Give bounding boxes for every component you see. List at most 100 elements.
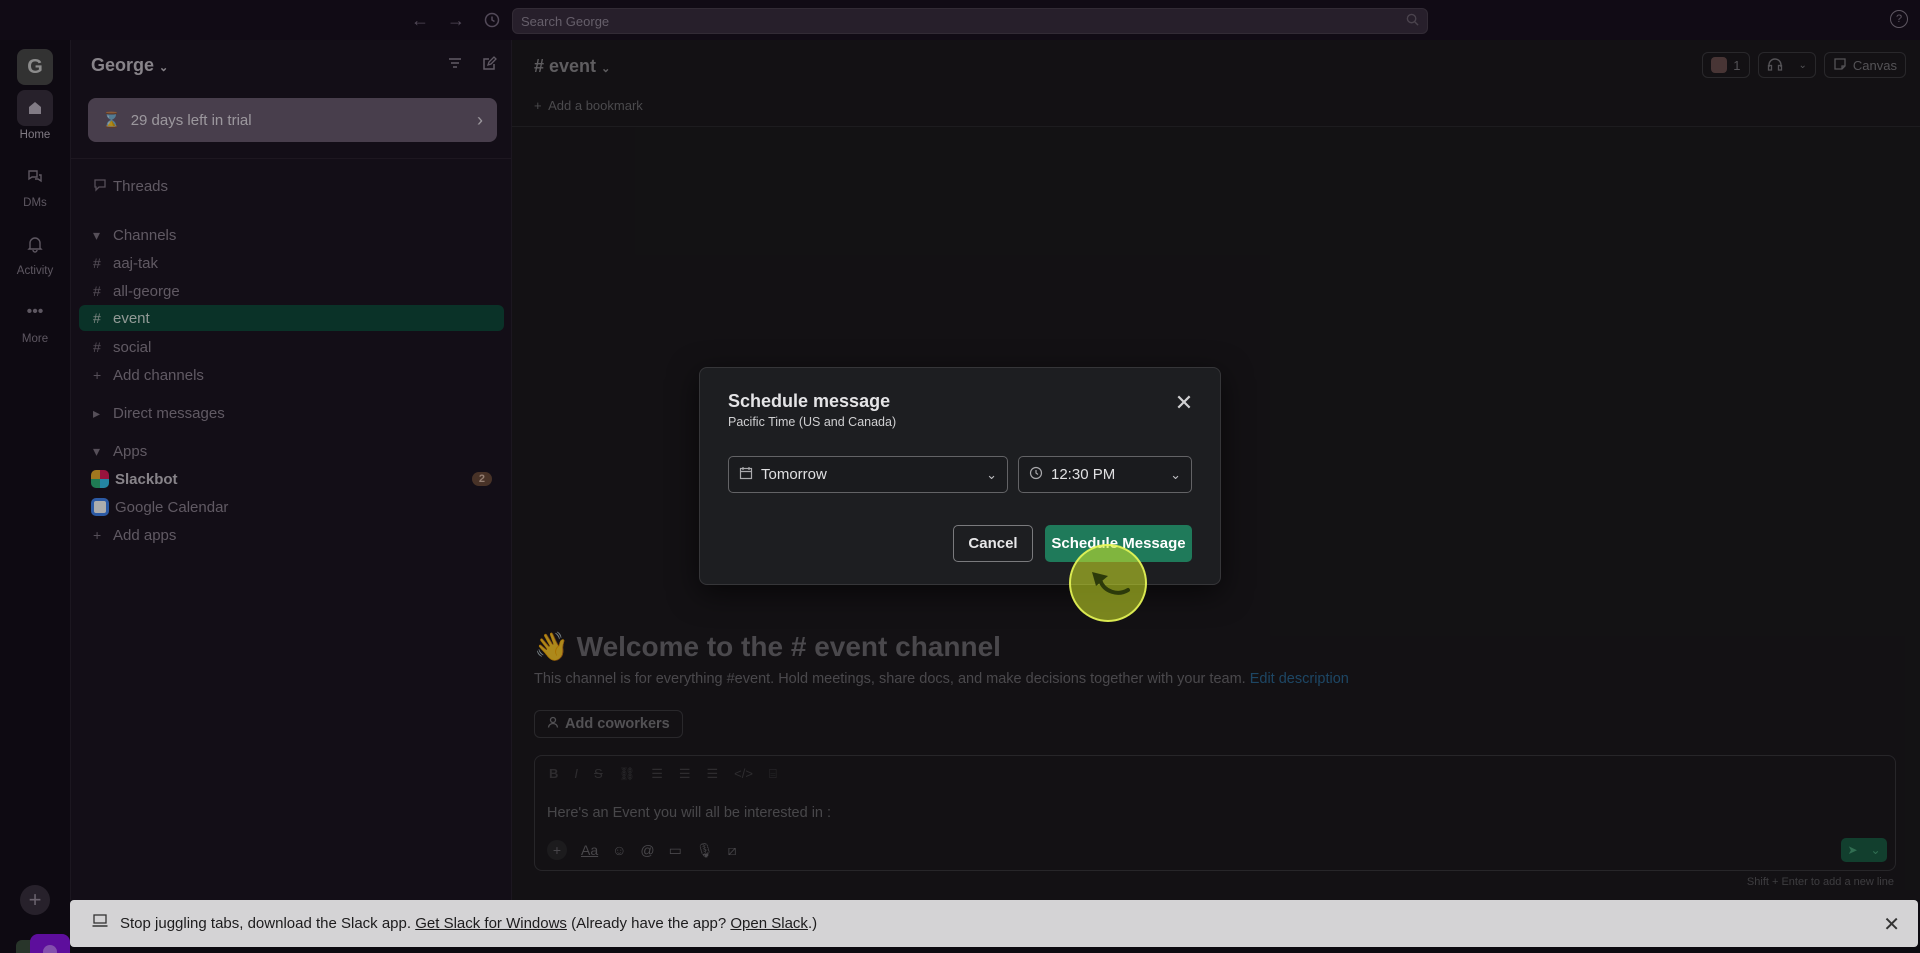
date-select[interactable]: Tomorrow ⌄ — [728, 456, 1008, 493]
blockquote-icon[interactable]: ☰ — [707, 766, 719, 782]
channel-name: event — [113, 309, 150, 327]
add-apps-button[interactable]: + Add apps — [79, 522, 504, 548]
slash-commands-icon[interactable]: ⧄ — [728, 842, 737, 859]
direct-messages-header: Direct messages — [113, 404, 225, 422]
status-dot-icon — [30, 934, 70, 953]
back-arrow-icon[interactable]: ← — [408, 8, 432, 32]
rail-activity-label: Activity — [16, 265, 54, 277]
direct-messages-section-header[interactable]: ▸ Direct messages — [79, 400, 504, 426]
sidebar-app-slackbot[interactable]: Slackbot 2 — [79, 466, 504, 492]
emoji-icon[interactable]: ☺ — [612, 842, 626, 858]
banner-mid-text: (Already have the app? — [571, 915, 727, 932]
download-app-banner: Stop juggling tabs, download the Slack a… — [70, 900, 1918, 947]
curved-arrow-icon — [1092, 572, 1130, 595]
close-icon[interactable]: ✕ — [1883, 912, 1900, 937]
workspace-avatar[interactable]: G — [17, 49, 53, 85]
threads-label: Threads — [113, 177, 169, 195]
close-icon[interactable]: ✕ — [1174, 390, 1194, 415]
rail-more-label: More — [21, 333, 49, 345]
slackbot-icon — [91, 470, 109, 488]
open-slack-link[interactable]: Open Slack — [730, 915, 808, 932]
video-icon[interactable]: ▭ — [669, 842, 682, 859]
rail-item-home[interactable]: Home — [0, 90, 70, 141]
schedule-message-dialog: Schedule message Pacific Time (US and Ca… — [699, 367, 1221, 585]
sidebar-app-google-calendar[interactable]: Google Calendar — [79, 494, 504, 520]
plus-attach-icon[interactable]: + — [547, 840, 567, 860]
composer-input[interactable]: Here's an Event you will all be interest… — [547, 805, 831, 821]
send-options-chevron-icon[interactable]: ⌄ — [1864, 838, 1887, 862]
search-placeholder: Search George — [521, 13, 610, 29]
trial-banner[interactable]: ⌛ 29 days left in trial › — [88, 98, 497, 142]
ordered-list-icon[interactable]: ☰ — [651, 766, 663, 782]
description-text: This channel is for everything #event. H… — [534, 671, 1246, 687]
computer-icon — [92, 914, 108, 933]
caret-right-icon: ▸ — [93, 404, 101, 421]
send-button-group: ➤ ⌄ — [1841, 838, 1887, 862]
hash-icon: # — [93, 310, 101, 326]
time-value: 12:30 PM — [1051, 466, 1116, 483]
history-clock-icon[interactable] — [480, 8, 504, 32]
apps-section-header[interactable]: ▾ Apps — [79, 438, 504, 464]
channel-header-actions: 1 ⌄ Canvas — [1702, 52, 1906, 78]
channels-section-header[interactable]: ▾ Channels — [79, 222, 504, 248]
channel-name: social — [113, 338, 152, 356]
workspace-rail: G Home DMs Activity ••• More + — [0, 40, 70, 953]
strikethrough-icon[interactable]: S — [594, 766, 603, 782]
canvas-label: Canvas — [1852, 57, 1897, 73]
search-input[interactable]: Search George — [512, 8, 1428, 34]
huddle-button[interactable]: ⌄ — [1757, 52, 1816, 78]
message-composer[interactable]: B I S ⛓ ☰ ☰ ☰ </> ⌸ Here's an Event you … — [534, 755, 1896, 871]
app-name: Slackbot — [115, 470, 178, 488]
rail-item-more[interactable]: ••• More — [0, 294, 70, 345]
add-bookmark-button[interactable]: + Add a bookmark — [534, 98, 643, 113]
italic-icon[interactable]: I — [574, 766, 578, 782]
members-button[interactable]: 1 — [1702, 52, 1750, 78]
member-count: 1 — [1733, 57, 1741, 73]
user-avatar[interactable] — [16, 934, 70, 953]
time-select[interactable]: 12:30 PM ⌄ — [1018, 456, 1192, 493]
add-workspace-button[interactable]: + — [20, 885, 50, 915]
add-coworkers-button[interactable]: Add coworkers — [534, 710, 683, 738]
top-bar: ← → Search George ? — [0, 0, 1920, 40]
microphone-icon[interactable]: 🎙 — [696, 842, 714, 859]
send-icon[interactable]: ➤ — [1841, 838, 1864, 862]
banner-end-text: .) — [807, 915, 818, 932]
chevron-down-icon: ⌄ — [1798, 59, 1807, 71]
sidebar-channel-all-george[interactable]: # all-george — [79, 278, 504, 304]
rail-item-activity[interactable]: Activity — [0, 226, 70, 277]
mention-icon[interactable]: @ — [640, 842, 654, 858]
rail-item-dms[interactable]: DMs — [0, 158, 70, 209]
link-icon[interactable]: ⛓ — [619, 766, 636, 782]
get-slack-windows-link[interactable]: Get Slack for Windows — [415, 915, 567, 932]
cancel-button[interactable]: Cancel — [953, 525, 1033, 562]
forward-arrow-icon[interactable]: → — [444, 8, 468, 32]
workspace-menu[interactable]: George ⌄ — [91, 55, 168, 76]
add-channels-button[interactable]: + Add channels — [79, 362, 504, 388]
bold-icon[interactable]: B — [549, 766, 558, 782]
welcome-description: This channel is for everything #event. H… — [534, 671, 1349, 687]
sidebar-channel-aaj-tak[interactable]: # aaj-tak — [79, 250, 504, 276]
edit-description-link[interactable]: Edit description — [1250, 671, 1349, 687]
chat-bubbles-icon — [17, 158, 53, 194]
rail-home-label: Home — [19, 129, 51, 141]
filter-icon[interactable] — [447, 56, 463, 77]
sidebar-channel-social[interactable]: # social — [79, 334, 504, 360]
chevron-down-icon: ⌄ — [159, 62, 169, 74]
chevron-right-icon: › — [477, 109, 483, 130]
sidebar-item-threads[interactable]: Threads — [79, 173, 504, 199]
code-block-icon[interactable]: ⌸ — [769, 766, 777, 782]
code-icon[interactable]: </> — [734, 766, 753, 782]
canvas-button[interactable]: Canvas — [1823, 52, 1906, 78]
channel-title-button[interactable]: # event ⌄ — [534, 56, 610, 77]
bullet-list-icon[interactable]: ☰ — [679, 766, 691, 782]
text-format-icon[interactable]: Aa — [581, 842, 598, 858]
sidebar-channel-event[interactable]: # event — [79, 305, 504, 331]
add-channels-label: Add channels — [113, 366, 204, 384]
clock-icon — [1029, 466, 1043, 483]
channels-header: Channels — [113, 226, 177, 244]
bell-icon — [17, 226, 53, 262]
chevron-down-icon: ⌄ — [601, 63, 611, 75]
compose-icon[interactable] — [481, 56, 497, 77]
history-nav: ← → — [408, 8, 504, 32]
help-icon[interactable]: ? — [1890, 10, 1908, 28]
